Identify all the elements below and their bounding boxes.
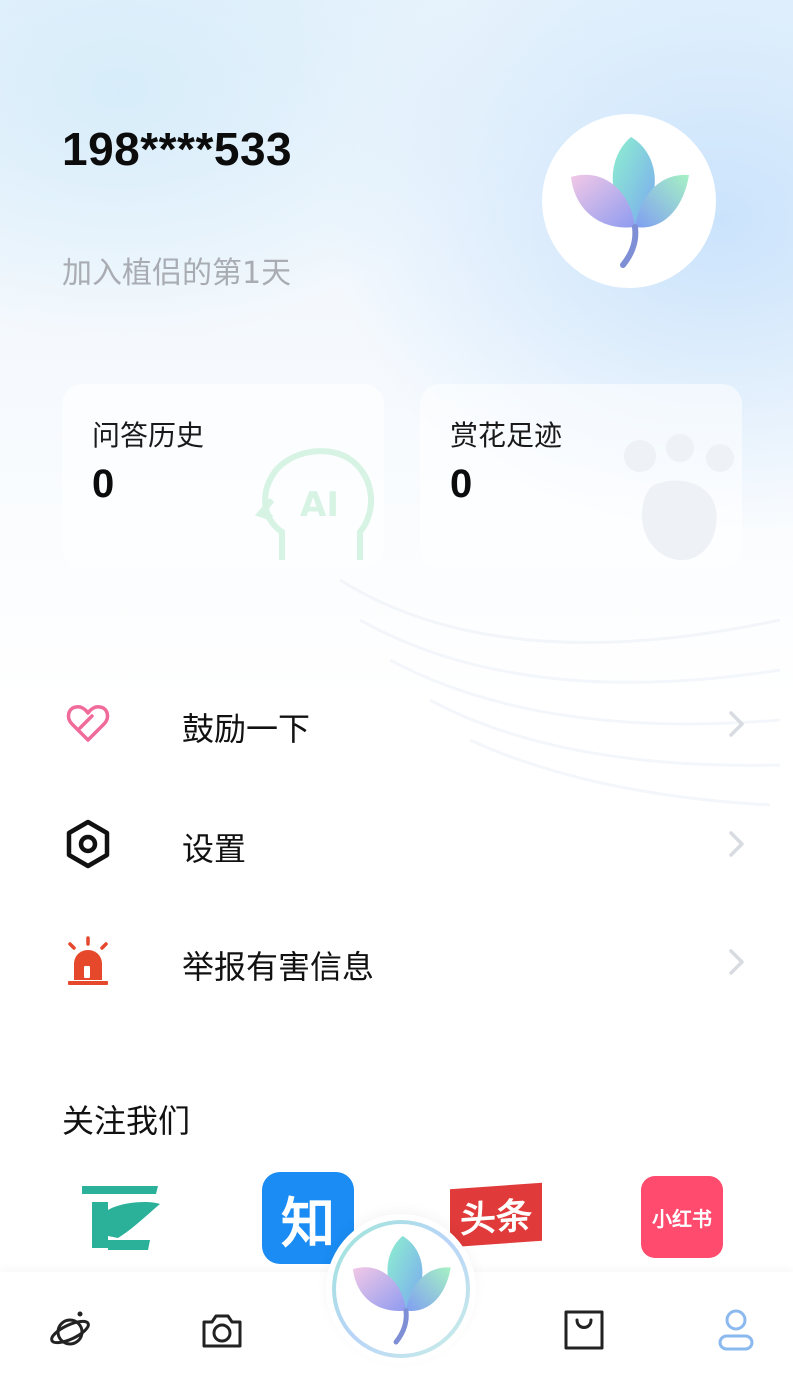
menu-label-report: 举报有害信息 bbox=[182, 948, 375, 986]
ai-head-icon: AI bbox=[254, 448, 375, 560]
planet-icon bbox=[50, 1311, 90, 1346]
zhihu-logo-text: 知 bbox=[281, 1191, 335, 1255]
menu-label-encourage: 鼓励一下 bbox=[182, 710, 311, 748]
follow-us-title: 关注我们 bbox=[62, 1102, 191, 1140]
svg-text:AI: AI bbox=[300, 485, 339, 525]
flower-trail-count: 0 bbox=[450, 462, 473, 506]
qa-history-card[interactable]: AI 问答历史 0 bbox=[62, 384, 384, 568]
menu-item-encourage[interactable]: 鼓励一下 bbox=[0, 674, 793, 774]
xiaohongshu-link[interactable]: 小红书 bbox=[641, 1176, 723, 1258]
camera-icon bbox=[202, 1314, 242, 1348]
tab-explore[interactable] bbox=[42, 1302, 98, 1358]
toutiao-logo-text: 头条 bbox=[459, 1195, 532, 1242]
menu-item-settings[interactable]: 设置 bbox=[0, 794, 793, 894]
flower-trail-label: 赏花足迹 bbox=[450, 419, 563, 452]
join-days-text: 加入植侣的第1天 bbox=[62, 256, 292, 291]
shopping-bag-icon bbox=[564, 1310, 604, 1350]
baidu-baike-link[interactable] bbox=[78, 1180, 164, 1256]
tab-profile[interactable] bbox=[708, 1302, 764, 1358]
chevron-right-icon bbox=[729, 711, 744, 737]
tab-camera[interactable] bbox=[194, 1302, 250, 1358]
baidu-baike-logo-icon bbox=[82, 1186, 160, 1250]
settings-hex-icon bbox=[66, 819, 110, 869]
menu-label-settings: 设置 bbox=[182, 830, 247, 868]
flower-trail-card[interactable]: 赏花足迹 0 bbox=[420, 384, 742, 568]
chevron-right-icon bbox=[729, 949, 744, 975]
xiaohongshu-logo-text: 小红书 bbox=[652, 1206, 712, 1231]
tab-shop[interactable] bbox=[556, 1302, 612, 1358]
user-icon bbox=[718, 1309, 754, 1351]
toutiao-link[interactable]: 头条 bbox=[450, 1182, 542, 1248]
footprint-icon bbox=[624, 434, 734, 560]
menu-item-report[interactable]: 举报有害信息 bbox=[0, 912, 793, 1012]
avatar[interactable] bbox=[542, 114, 716, 288]
qa-history-label: 问答历史 bbox=[92, 419, 205, 452]
alarm-siren-icon bbox=[68, 936, 108, 985]
chevron-right-icon bbox=[729, 831, 744, 857]
heart-icon bbox=[66, 705, 110, 742]
qa-history-count: 0 bbox=[92, 462, 115, 506]
user-phone-number: 198****533 bbox=[62, 123, 293, 175]
tab-identify-plant[interactable] bbox=[332, 1220, 470, 1358]
plant-logo-icon bbox=[571, 137, 689, 268]
plant-logo-icon bbox=[352, 1235, 451, 1345]
